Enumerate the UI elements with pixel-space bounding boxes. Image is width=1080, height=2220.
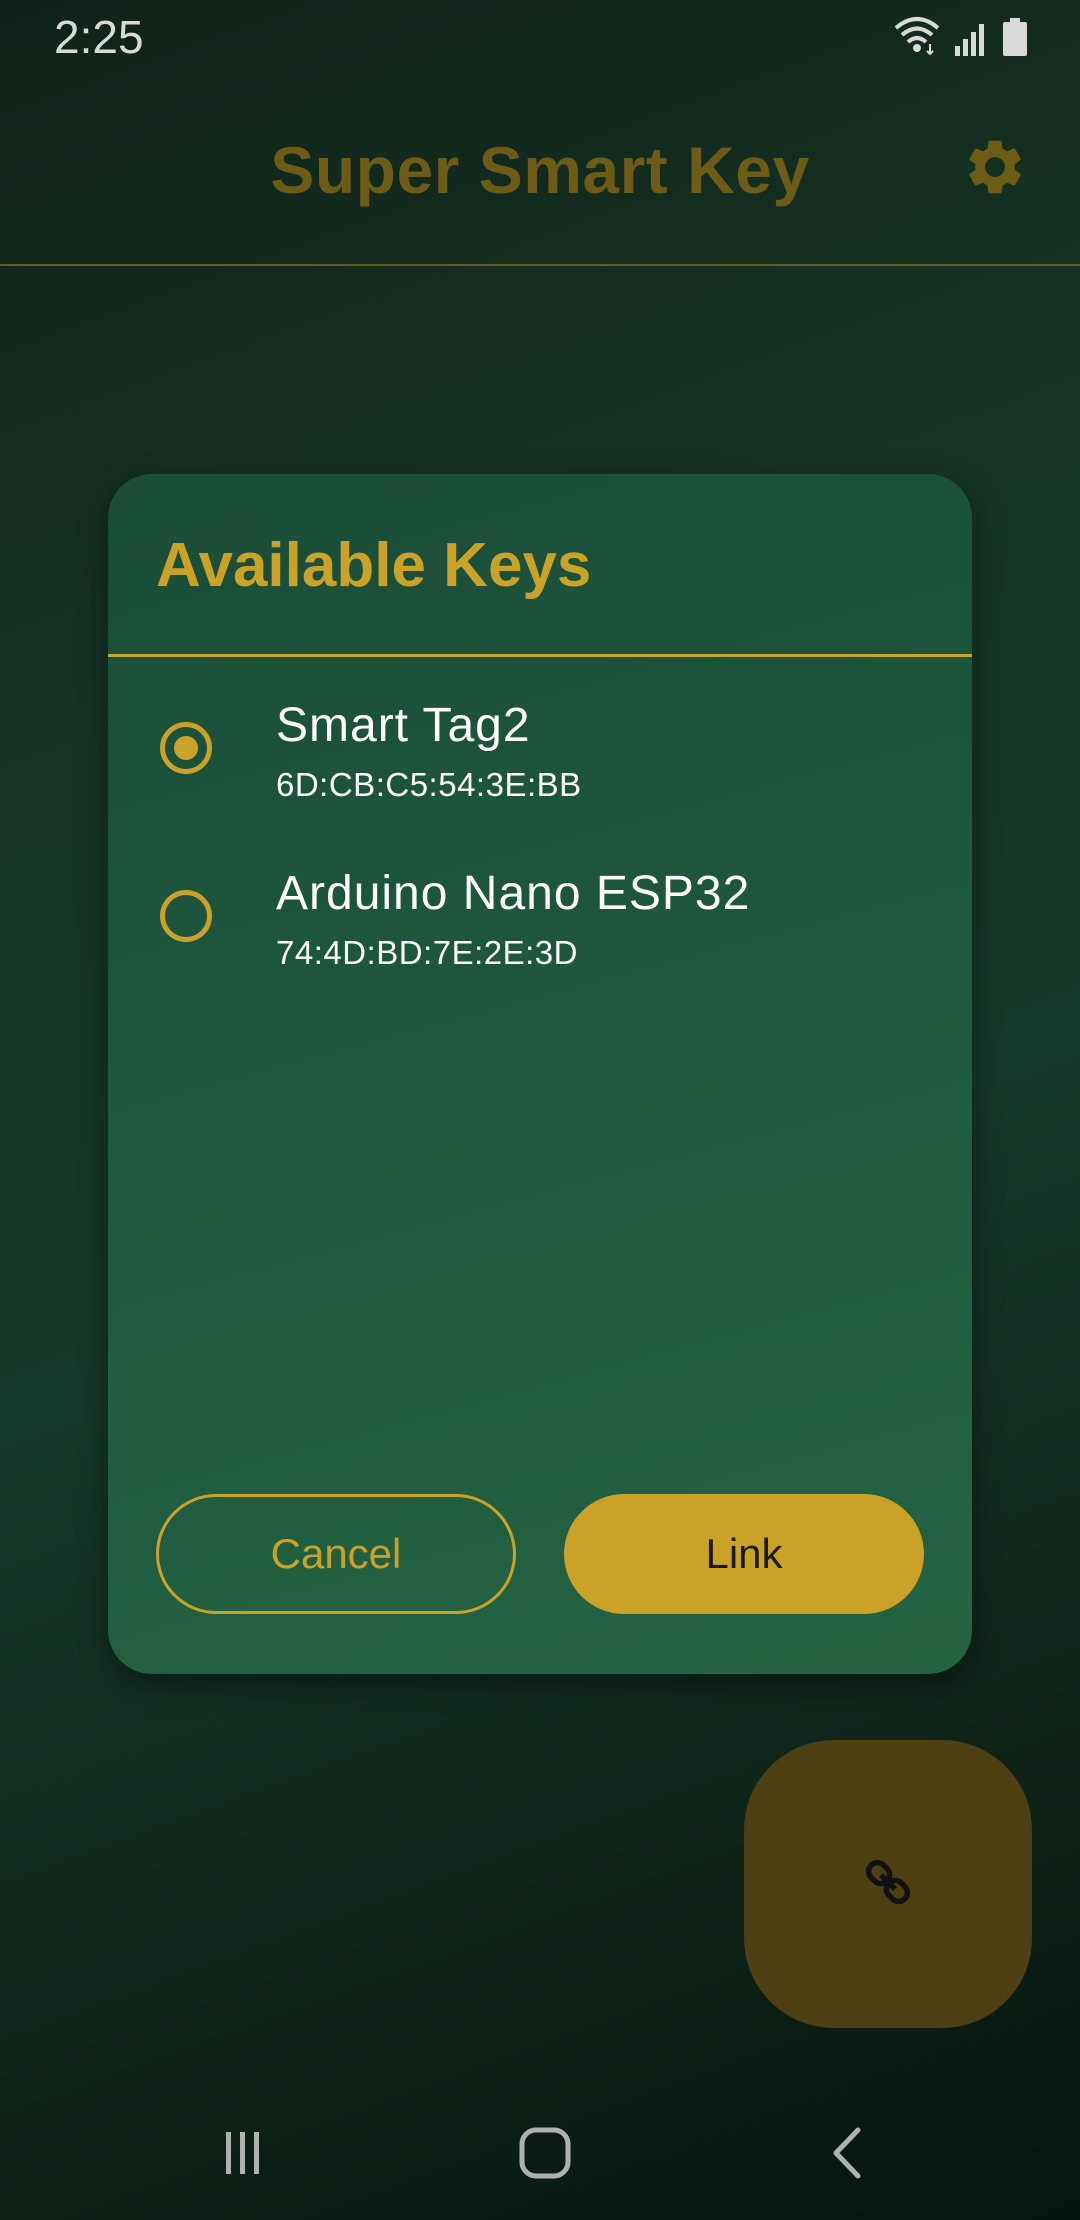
dialog-title: Available Keys [156, 531, 592, 600]
battery-icon [1002, 18, 1028, 61]
status-time: 2:25 [54, 11, 144, 63]
key-name: Smart Tag2 [276, 699, 531, 752]
key-mac: 6D:CB:C5:54:3E:BB [276, 766, 582, 803]
status-icons [894, 16, 1028, 61]
available-keys-dialog: Available Keys Smart Tag2 6D:CB:C5:54:3E… [108, 474, 972, 1674]
signal-icon [954, 20, 988, 61]
status-bar: 2:25 [0, 0, 1080, 76]
key-item-arduino-nano-esp32[interactable]: Arduino Nano ESP32 74:4D:BD:7E:2E:3D [108, 852, 972, 1002]
back-icon [828, 2126, 868, 2185]
recent-apps-button[interactable] [203, 2120, 283, 2190]
gear-icon [962, 140, 1028, 204]
cancel-button[interactable]: Cancel [156, 1494, 516, 1614]
wifi-icon [894, 16, 940, 61]
key-item-smart-tag2[interactable]: Smart Tag2 6D:CB:C5:54:3E:BB [108, 684, 972, 834]
back-button[interactable] [808, 2120, 888, 2190]
key-name: Arduino Nano ESP32 [276, 867, 751, 920]
settings-button[interactable] [962, 134, 1028, 200]
home-button[interactable] [505, 2120, 585, 2190]
app-bar: Super Smart Key [0, 76, 1080, 266]
link-button[interactable]: Link [564, 1494, 924, 1614]
system-nav-bar [0, 2090, 1080, 2220]
radio-unselected[interactable] [160, 890, 212, 942]
app-title: Super Smart Key [270, 133, 810, 207]
radio-selected[interactable] [160, 722, 212, 774]
home-icon [518, 2126, 572, 2185]
dialog-divider [108, 654, 972, 657]
link-icon [858, 1852, 918, 1917]
recent-apps-icon [218, 2128, 268, 2183]
link-fab-button[interactable] [744, 1740, 1032, 2028]
key-mac: 74:4D:BD:7E:2E:3D [276, 934, 578, 971]
